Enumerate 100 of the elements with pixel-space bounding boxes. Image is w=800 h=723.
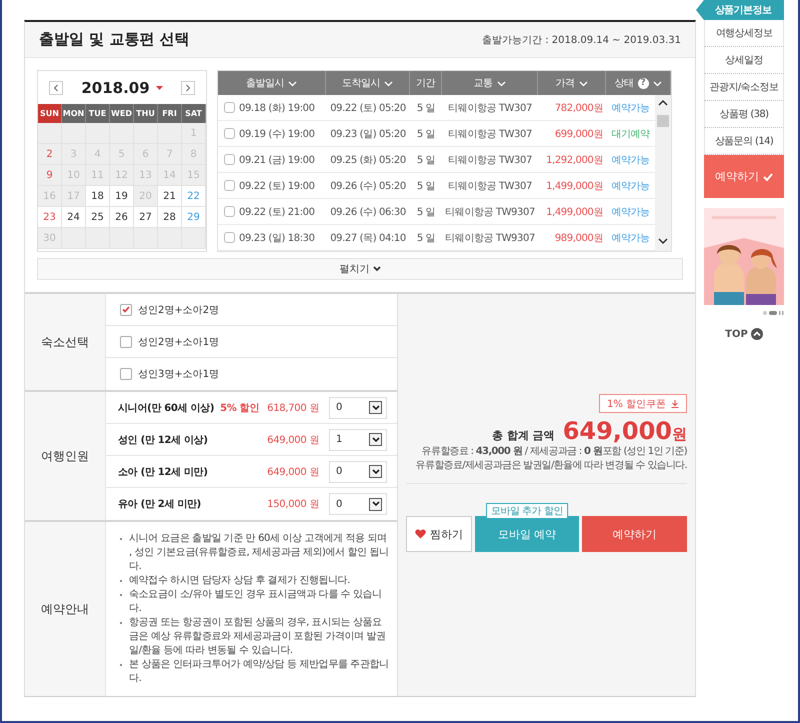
departure-time: 09.21 (금) 19:00 — [239, 154, 315, 166]
checkbox[interactable] — [120, 336, 132, 348]
coupon-button[interactable]: 1% 할인쿠폰 — [598, 394, 687, 413]
price: 649,000 원 — [267, 434, 319, 446]
count-select[interactable]: 0 — [329, 396, 387, 418]
chevron-down-icon[interactable] — [578, 80, 588, 86]
flight-name: 티웨이항공 TW307 — [448, 180, 532, 192]
column-header[interactable]: 출발일시 — [246, 76, 284, 90]
count-select[interactable]: 1 — [329, 428, 387, 450]
weekday-header: TUE — [86, 104, 110, 123]
calendar-day[interactable]: 25 — [86, 207, 110, 228]
traveler-type: 소아 (만 12세 미만) — [118, 466, 209, 478]
duration: 5 일 — [416, 206, 436, 218]
calendar-day: 9 — [38, 165, 62, 186]
price: 150,000 원 — [267, 498, 319, 511]
section-label: 예약안내 — [41, 600, 89, 618]
checkbox[interactable] — [224, 128, 235, 139]
nav-tab[interactable]: 상품평 (38) — [704, 101, 784, 128]
expand-button[interactable]: 펼치기 — [37, 258, 683, 280]
column-header[interactable]: 교통 — [473, 76, 493, 90]
calendar-day[interactable]: 24 — [62, 207, 86, 228]
notice-text: 본 상품은 인터파크투어가 예약/상담 등 제반업무를 주관합니다. — [118, 658, 389, 686]
calendar-day[interactable]: 18 — [86, 186, 110, 207]
nav-tab[interactable]: 상세일정 — [704, 47, 784, 74]
flight-name: 티웨이항공 TW9307 — [445, 206, 535, 218]
calendar-day[interactable]: 26 — [110, 207, 134, 228]
chevron-down-icon — [372, 404, 380, 410]
calendar-day[interactable]: 27 — [134, 207, 158, 228]
calendar-cell — [158, 123, 182, 144]
check-icon — [763, 172, 773, 180]
wishlist-button[interactable]: 찜하기 — [406, 516, 472, 552]
checkbox[interactable] — [224, 206, 235, 217]
count-select[interactable]: 0 — [329, 493, 387, 515]
booking-button[interactable]: 예약하기 — [582, 516, 687, 552]
checkbox[interactable] — [224, 154, 235, 165]
chevron-down-icon — [372, 436, 380, 442]
traveler-type: 시니어(만 60세 이상) — [118, 402, 214, 414]
month-title[interactable]: 2018.09 — [81, 78, 150, 96]
calendar-cell — [86, 123, 110, 144]
status-label: 예약가능 — [611, 102, 650, 114]
top-link[interactable]: TOP — [725, 328, 748, 340]
chevron-down-icon[interactable] — [496, 80, 506, 86]
carousel-indicator[interactable] — [762, 310, 784, 316]
calendar-cell — [158, 228, 182, 249]
notice-text: 시니어 요금은 출발일 기준 만 60세 이상 고객에게 적용 되며 , 성인 기본요금(유류할증료, 제세공과금 제외)에서 할인 됩니다. — [118, 532, 389, 574]
checkbox[interactable] — [224, 232, 235, 243]
column-header: 기간 — [416, 77, 436, 90]
arrival-time: 09.27 (목) 04:10 — [330, 232, 406, 244]
option-label[interactable]: 성인2명+소아1명 — [138, 334, 220, 348]
chevron-down-icon[interactable] — [652, 80, 662, 86]
nav-tab[interactable]: 관광지/숙소정보 — [704, 74, 784, 101]
price: 649,000 원 — [267, 466, 319, 478]
weekday-header: FRI — [158, 104, 182, 123]
arrival-time: 09.26 (수) 06:30 — [330, 206, 406, 218]
chevron-down-icon[interactable] — [384, 80, 394, 86]
column-header[interactable]: 도착일시 — [342, 76, 380, 90]
checkbox[interactable] — [120, 368, 132, 380]
next-month-button[interactable] — [180, 80, 195, 94]
traveler-type: 유아 (만 2세 미만) — [118, 498, 202, 511]
calendar-cell — [110, 123, 134, 144]
traveler-type: 성인 (만 12세 이상) — [118, 434, 209, 446]
caret-down-icon[interactable] — [156, 86, 163, 90]
option-label[interactable]: 성인2명+소아2명 — [138, 302, 220, 316]
checkbox[interactable] — [120, 304, 132, 316]
promo-badge: 모바일 추가 할인 — [486, 503, 568, 519]
calendar-day[interactable]: 23 — [38, 207, 62, 228]
check-icon — [122, 306, 130, 313]
calendar-day: 2 — [38, 144, 62, 165]
arrow-up-circle-icon[interactable] — [750, 328, 763, 340]
scrollbar[interactable] — [655, 95, 671, 251]
help-icon[interactable]: ? — [638, 78, 649, 88]
calendar-cell — [62, 123, 86, 144]
fee-note: 유류할증료/제세공과금은 발권일/환율에 따라 변경될 수 있습니다. — [414, 459, 687, 473]
previous-month-button[interactable] — [49, 80, 63, 94]
weekday-header: THU — [134, 104, 158, 123]
departure-time: 09.18 (화) 19:00 — [239, 102, 315, 114]
column-header[interactable]: 상태 — [614, 76, 634, 90]
count-select[interactable]: 0 — [329, 460, 387, 482]
nav-tab[interactable]: 상품문의 (14) — [704, 128, 784, 155]
calendar-day[interactable]: 19 — [110, 186, 134, 207]
calendar-day[interactable]: 28 — [158, 207, 182, 228]
checkbox[interactable] — [224, 102, 235, 113]
chevron-down-icon — [372, 266, 380, 272]
column-header[interactable]: 가격 — [555, 76, 575, 90]
status-label: 예약가능 — [611, 154, 650, 166]
duration: 5 일 — [416, 154, 436, 166]
heart-icon — [415, 529, 426, 539]
price: 1,499,000원 — [546, 180, 603, 192]
nav-tab[interactable]: 여행상세정보 — [704, 20, 784, 47]
checkbox[interactable] — [224, 180, 235, 191]
option-label[interactable]: 성인3명+소아1명 — [138, 367, 220, 381]
status-label: 예약가능 — [611, 206, 650, 218]
price: 782,000원 — [554, 102, 603, 114]
calendar-day[interactable]: 21 — [158, 186, 182, 207]
calendar-cell — [134, 123, 158, 144]
chevron-down-icon[interactable] — [288, 80, 298, 86]
weekday-header: SAT — [182, 104, 206, 123]
calendar-cell — [62, 228, 86, 249]
flight-name: 티웨이항공 TW9307 — [445, 232, 535, 244]
arrival-time: 09.25 (화) 05:20 — [330, 154, 406, 166]
